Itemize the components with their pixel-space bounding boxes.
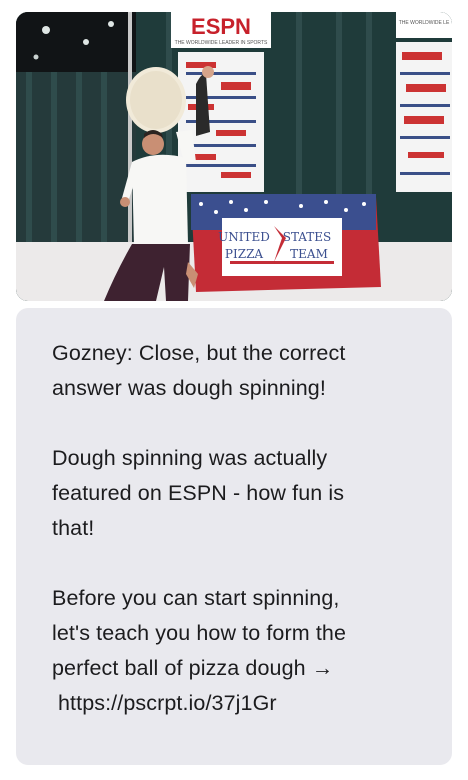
message-link[interactable]: https://pscrpt.io/37j1Gr [52, 686, 428, 721]
message-line: answer was dough spinning! [52, 376, 326, 400]
message-line: let's teach you how to form the [52, 621, 347, 645]
message-line: Gozney: Close, but the correct [52, 341, 346, 365]
message-paragraph-2: Dough spinning was actually featured on … [52, 441, 428, 546]
sign-united: UNITED [218, 230, 270, 244]
message-bubble: Gozney: Close, but the correct answer wa… [16, 308, 452, 765]
photo-image: ESPN THE WORLDWIDE LEADER IN SPORTS THE … [16, 12, 452, 301]
message-line: Dough spinning was actually [52, 446, 328, 470]
sign-team: TEAM [290, 247, 328, 261]
message-paragraph-1: Gozney: Close, but the correct answer wa… [52, 336, 428, 406]
message-photo[interactable]: ESPN THE WORLDWIDE LEADER IN SPORTS THE … [16, 12, 452, 301]
message-line: Before you can start spinning, [52, 586, 340, 610]
espn-logo-left: ESPN [191, 14, 251, 39]
message-line: perfect ball of pizza dough → [52, 656, 334, 680]
espn-tagline-right: THE WORLDWIDE LE [399, 20, 450, 26]
message-line: featured on ESPN - how fun is [52, 481, 345, 505]
message-line: that! [52, 516, 95, 540]
espn-tagline-left: THE WORLDWIDE LEADER IN SPORTS [175, 40, 268, 46]
sign-pizza: PIZZA [225, 247, 263, 261]
message-paragraph-3: Before you can start spinning, let's tea… [52, 581, 428, 721]
sign-states: STATES [283, 230, 332, 244]
